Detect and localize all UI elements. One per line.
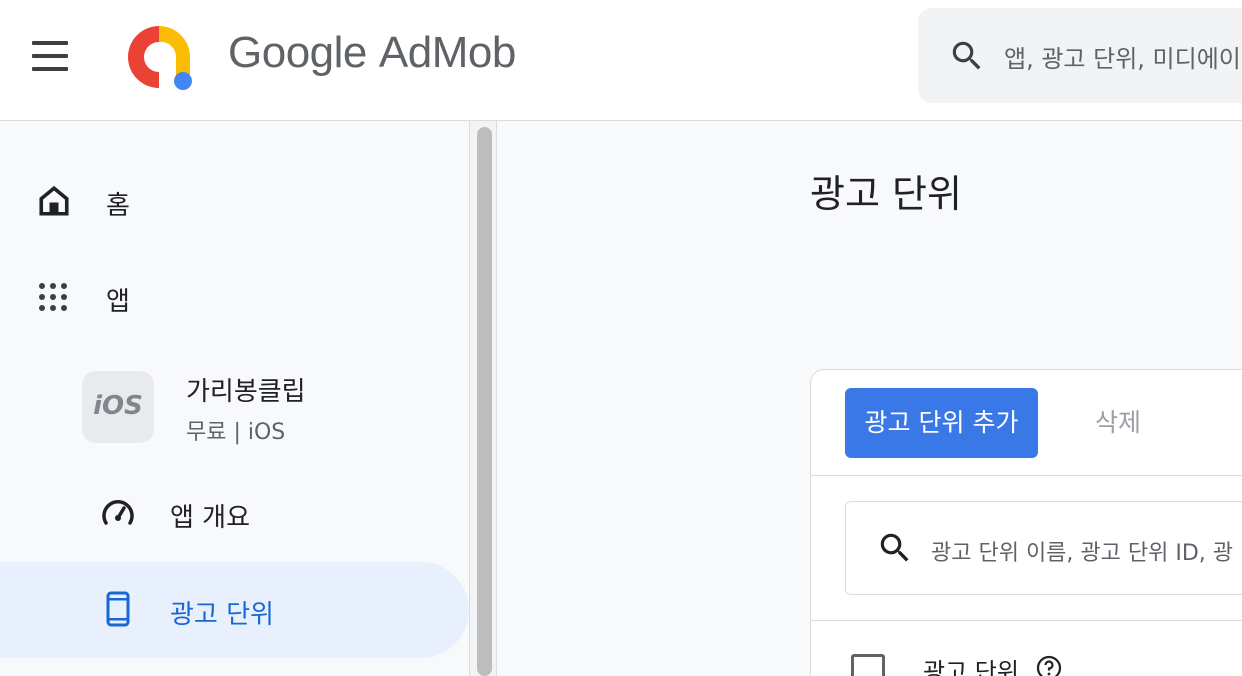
sidebar-nav: 홈 앱 iOS 가리봉클립 무료 | iOS 앱 개요 광고 단위: [0, 121, 469, 676]
apps-grid-icon: [39, 283, 67, 311]
ad-unit-search-placeholder: 광고 단위 이름, 광고 단위 ID, 광: [931, 541, 1234, 566]
sidebar-item-home[interactable]: 홈: [0, 153, 469, 249]
admob-logo-icon: [127, 25, 192, 90]
select-all-checkbox[interactable]: [851, 654, 885, 676]
sidebar-scrollbar-thumb[interactable]: [477, 127, 492, 676]
sidebar-item-apps[interactable]: 앱: [0, 249, 469, 345]
card-divider: [811, 475, 1242, 476]
global-search-bar[interactable]: 앱, 광고 단위, 미디에이: [918, 8, 1242, 103]
search-icon: [952, 41, 981, 70]
home-icon: [39, 185, 69, 216]
ad-units-card: 광고 단위 추가 삭제 광고 단위 이름, 광고 단위 ID, 광 광고 단위: [810, 369, 1242, 676]
ad-unit-search-input[interactable]: 광고 단위 이름, 광고 단위 ID, 광: [845, 501, 1242, 595]
sidebar-item-home-label: 홈: [106, 191, 130, 221]
column-header-ad-unit[interactable]: 광고 단위: [923, 652, 1019, 676]
app-name[interactable]: 가리봉클립: [186, 371, 306, 408]
sidebar-item-ad-units[interactable]: 광고 단위: [0, 562, 469, 658]
sidebar-item-ad-units-label: 광고 단위: [170, 600, 274, 630]
sidebar-item-apps-label: 앱: [106, 287, 130, 317]
app-platform-badge: iOS: [82, 371, 154, 443]
main-content: 광고 단위 광고 단위 추가 삭제 광고 단위 이름, 광고 단위 ID, 광 …: [498, 121, 1242, 676]
brand-product: AdMob: [378, 28, 516, 77]
help-icon[interactable]: [1036, 655, 1062, 676]
phone-icon: [106, 591, 130, 627]
speedometer-icon: [102, 500, 134, 525]
delete-button: 삭제: [1094, 408, 1141, 437]
search-icon: [880, 533, 909, 562]
page-title: 광고 단위: [810, 172, 962, 216]
main-menu-button[interactable]: [28, 38, 72, 74]
brand-wordmark: Google AdMob: [228, 28, 516, 88]
app-subtitle: 무료 | iOS: [186, 420, 286, 445]
global-search-placeholder: 앱, 광고 단위, 미디에이: [1004, 45, 1241, 73]
app-platform-badge-text: iOS: [93, 391, 143, 421]
sidebar-item-app-overview[interactable]: 앱 개요: [0, 465, 469, 561]
sidebar-item-app-overview-label: 앱 개요: [170, 503, 251, 533]
table-header-divider: [811, 620, 1242, 621]
brand-google: Google: [228, 28, 367, 77]
top-app-bar: Google AdMob 앱, 광고 단위, 미디에이: [0, 0, 1242, 121]
add-ad-unit-button[interactable]: 광고 단위 추가: [845, 388, 1038, 458]
